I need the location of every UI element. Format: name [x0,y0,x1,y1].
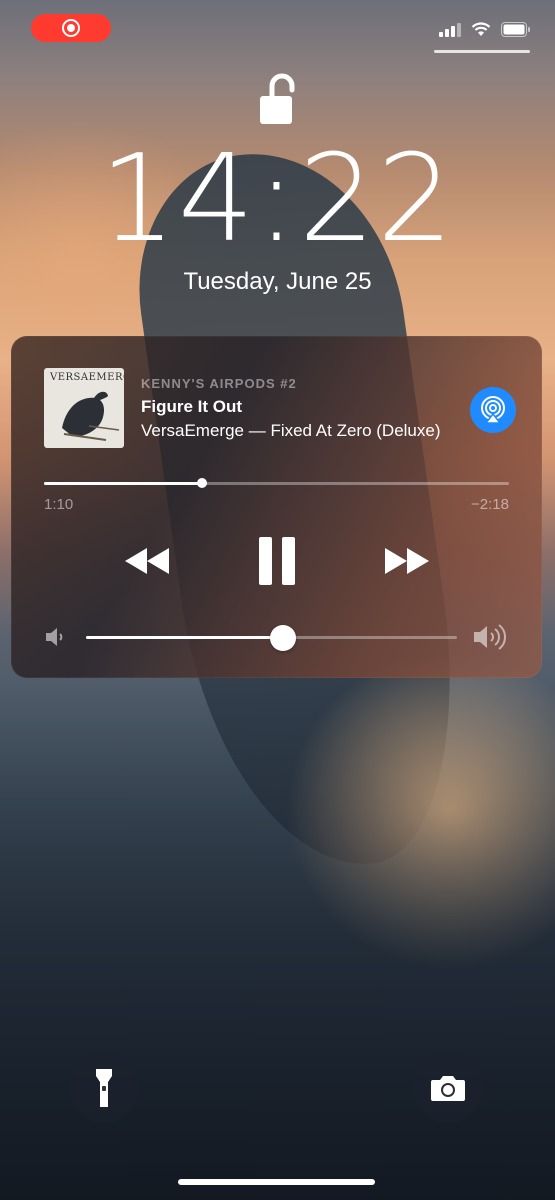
pause-icon [259,537,295,585]
flashlight-icon [96,1069,112,1107]
speaker-high-icon [472,623,512,656]
volume-level-fill [86,636,283,639]
flashlight-button[interactable] [69,1053,139,1123]
playback-progress-fill [44,482,203,485]
airplay-button[interactable] [470,387,516,433]
airplay-icon [481,396,505,424]
song-title: Figure It Out [141,397,243,416]
volume-slider-handle[interactable] [269,625,296,651]
unlocked-padlock-icon [258,72,298,131]
fast-forward-button[interactable] [379,536,435,586]
camera-button[interactable] [413,1053,483,1123]
rewind-button[interactable] [119,536,175,586]
home-indicator[interactable] [178,1179,375,1185]
pause-button[interactable] [249,532,305,590]
now-playing-widget: VERSAEMERGE KENNY'S AIRPODS #2 Figure It… [11,336,542,678]
control-center-grabber[interactable] [434,50,530,53]
wifi-icon [471,22,491,37]
cellular-signal-icon [439,22,461,37]
speaker-low-icon [44,626,68,653]
playback-scrubber[interactable] [44,478,509,488]
remaining-time: −2:18 [471,496,509,513]
album-artwork[interactable]: VERSAEMERGE [44,368,124,448]
elapsed-time: 1:10 [44,496,74,513]
song-artist-album: VersaEmerge — Fixed At Zero (Deluxe) [141,421,441,440]
camera-icon [431,1076,465,1101]
playback-scrubber-handle[interactable] [197,478,208,488]
lock-screen-date: Tuesday, June 25 [183,268,372,295]
audio-device-name: KENNY'S AIRPODS #2 [141,376,297,391]
lock-screen-time: 14:22 [99,130,456,269]
rewind-icon [125,548,169,574]
fast-forward-icon [385,548,429,574]
screen-recording-indicator[interactable] [31,14,111,42]
screen-recording-icon [62,19,80,37]
battery-icon [501,22,531,37]
status-bar-right [439,22,531,37]
volume-slider[interactable] [86,625,457,651]
